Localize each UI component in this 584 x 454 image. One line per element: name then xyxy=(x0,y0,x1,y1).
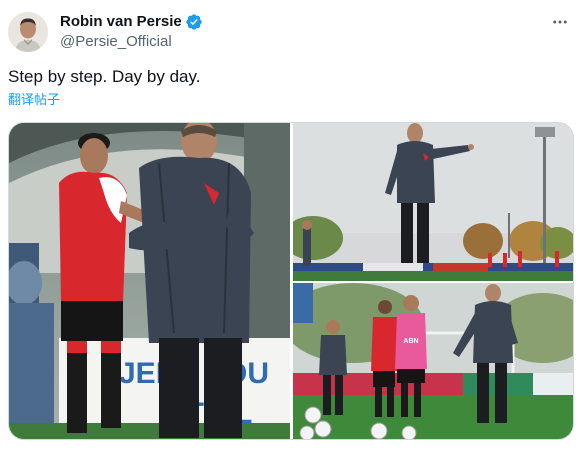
name-row: Robin van Persie xyxy=(60,12,203,32)
photo-coach-talking-to-player[interactable]: JEN YOU UTH L xyxy=(9,123,290,439)
svg-text:ABN: ABN xyxy=(403,338,418,345)
author-display-name[interactable]: Robin van Persie xyxy=(60,12,182,32)
avatar-icon xyxy=(8,12,48,52)
translate-post-link[interactable]: 翻译帖子 xyxy=(8,92,60,110)
author-names: Robin van Persie @Persie_Official xyxy=(60,12,203,52)
avatar[interactable] xyxy=(8,12,48,52)
tweet-card: Robin van Persie @Persie_Official Step b… xyxy=(0,0,584,454)
verified-badge-icon[interactable] xyxy=(185,13,203,31)
media-grid: JEN YOU UTH L xyxy=(8,122,574,440)
tweet-header: Robin van Persie @Persie_Official xyxy=(8,10,203,54)
author-handle[interactable]: @Persie_Official xyxy=(60,32,203,52)
photo-coach-with-young-players[interactable]: ABN xyxy=(293,283,573,439)
tweet-text: Step by step. Day by day. xyxy=(8,67,201,86)
more-options-icon[interactable] xyxy=(550,12,570,32)
photo-coach-on-pitch-pointing[interactable] xyxy=(293,123,573,281)
